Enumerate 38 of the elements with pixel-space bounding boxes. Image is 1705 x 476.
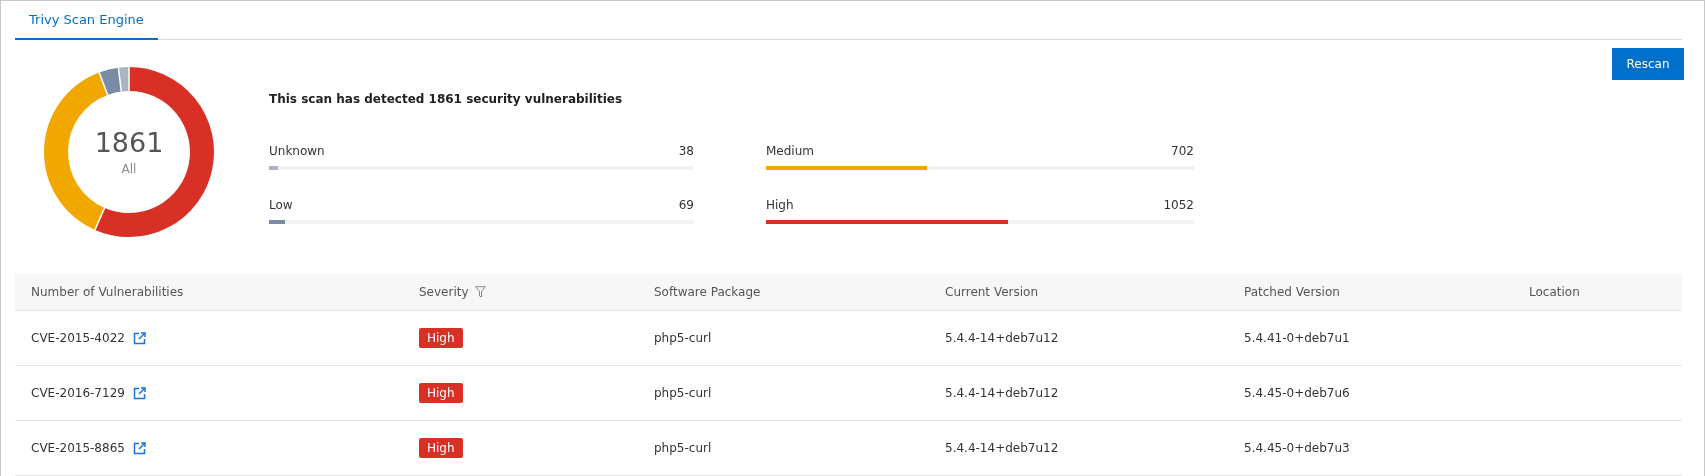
external-link-icon[interactable] xyxy=(132,441,146,455)
scan-summary: This scan has detected 1861 security vulnerabilities xyxy=(269,91,624,106)
cve-id: CVE-2016-7129 xyxy=(31,386,125,400)
column-header: Location xyxy=(1529,285,1580,299)
table-cell: 5.4.4-14+deb7u12 xyxy=(945,386,1059,400)
severity-count: 69 xyxy=(678,197,694,212)
table-cell: 5.4.4-14+deb7u12 xyxy=(945,331,1059,345)
severity-label: Low xyxy=(269,197,293,212)
table-cell: 5.4.45-0+deb7u6 xyxy=(1244,386,1350,400)
severity-label: Unknown xyxy=(269,143,325,158)
table-cell: 5.4.45-0+deb7u3 xyxy=(1244,441,1350,455)
column-header: Number of Vulnerabilities xyxy=(31,285,184,299)
table-cell: php5-curl xyxy=(654,331,712,345)
cve-id: CVE-2015-4022 xyxy=(31,331,125,345)
severity-label: High xyxy=(766,197,794,212)
external-link-icon[interactable] xyxy=(132,386,146,400)
table-cell: 5.4.41-0+deb7u1 xyxy=(1244,331,1350,345)
severity-badge: High xyxy=(419,383,463,403)
severity-count: 38 xyxy=(678,143,694,158)
filter-icon[interactable] xyxy=(474,286,486,298)
total-count: 1861 xyxy=(94,127,164,159)
column-header: Current Version xyxy=(945,285,1038,299)
column-header: Software Package xyxy=(654,285,761,299)
external-link-icon[interactable] xyxy=(132,331,146,345)
tab[interactable]: Trivy Scan Engine xyxy=(15,1,158,40)
severity-count: 702 xyxy=(1171,143,1194,158)
total-label: All xyxy=(121,162,137,177)
severity-badge: High xyxy=(419,438,463,458)
severity-badge: High xyxy=(419,328,463,348)
severity-label: Medium xyxy=(766,143,814,158)
table-cell: 5.4.4-14+deb7u12 xyxy=(945,441,1059,455)
cve-id: CVE-2015-8865 xyxy=(31,441,125,455)
table-cell: php5-curl xyxy=(654,386,712,400)
severity-count: 1052 xyxy=(1163,197,1194,212)
rescan-button[interactable]: Rescan xyxy=(1612,47,1684,80)
column-header: Patched Version xyxy=(1244,285,1340,299)
column-header: Severity xyxy=(419,285,469,299)
table-cell: php5-curl xyxy=(654,441,712,455)
